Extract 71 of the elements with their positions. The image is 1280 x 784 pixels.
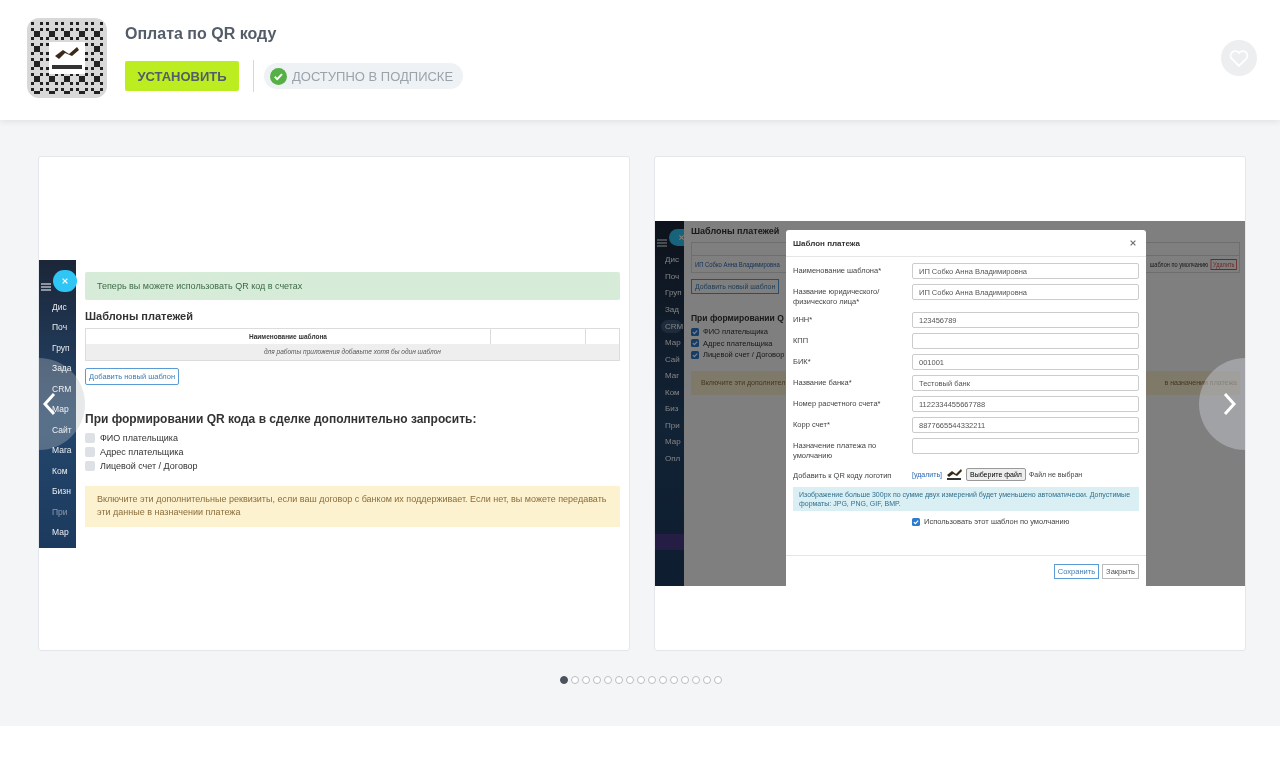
sidebar-item[interactable]: Зада	[52, 358, 72, 379]
pagination-dot[interactable]	[581, 676, 590, 684]
app-logo-icon	[27, 18, 107, 98]
pagination-dot[interactable]	[680, 676, 689, 684]
sidebar-item[interactable]: Поч	[655, 268, 684, 285]
pagination-dot[interactable]	[702, 676, 711, 684]
checkbox[interactable]	[691, 327, 699, 336]
pagination-dot[interactable]	[636, 676, 645, 684]
section-heading: Шаблоны платежей	[85, 309, 194, 323]
section-heading: При формировании QR кода в сделке дополнительно запросить:	[85, 411, 478, 426]
badge-label: ДОСТУПНО В ПОДПИСКЕ	[292, 68, 454, 84]
input-field[interactable]	[912, 333, 1139, 349]
sidebar-item[interactable]: CRM	[52, 378, 72, 399]
pagination-dot[interactable]	[713, 676, 722, 684]
checkbox-label: Лицевой счет / Договор	[100, 460, 198, 471]
pagination-dot[interactable]	[570, 676, 579, 684]
pagination-dot[interactable]	[614, 676, 623, 684]
sidebar-item[interactable]: Сай	[655, 351, 684, 368]
sidebar-item[interactable]: Зад	[655, 301, 684, 318]
sidebar-item[interactable]: Мар	[52, 522, 69, 543]
success-notice: Теперь вы можете использовать QR код в счетах	[85, 271, 620, 300]
checkbox[interactable]	[691, 339, 699, 348]
sidebar-item[interactable]: Поч	[52, 317, 68, 338]
checkbox[interactable]	[85, 446, 95, 457]
sidebar-item[interactable]: Ком	[655, 384, 684, 401]
sidebar-item[interactable]: Бизн	[52, 481, 71, 502]
sidebar-item[interactable]: Маг	[655, 368, 684, 385]
checkbox[interactable]	[912, 517, 920, 526]
close-icon	[1129, 239, 1137, 247]
pagination-dot[interactable]	[658, 676, 667, 684]
sidebar-item[interactable]: Дис	[52, 296, 67, 317]
sidebar-item[interactable]: Мар	[655, 434, 684, 451]
dialog-title: Шаблон платежа	[793, 238, 860, 248]
menu-icon[interactable]	[41, 282, 51, 291]
sidebar-item[interactable]: Дис	[655, 252, 684, 269]
input-field[interactable]	[912, 438, 1139, 454]
app-title: Оплата по QR коду	[125, 25, 278, 43]
checkbox[interactable]	[85, 432, 95, 443]
sidebar-item[interactable]: При	[655, 417, 684, 434]
checkbox[interactable]	[691, 350, 699, 359]
checkbox-label: Адрес плательщика	[100, 446, 184, 457]
sidebar-item[interactable]: Биз	[655, 401, 684, 418]
check-icon	[270, 67, 287, 85]
sidebar-item[interactable]: Сайт	[52, 419, 72, 440]
menu-icon[interactable]	[657, 239, 667, 247]
checkbox[interactable]	[85, 460, 95, 471]
section-heading: Шаблоны платежей	[691, 226, 781, 236]
sidebar-item[interactable]: Ком	[52, 460, 68, 481]
sidebar-item[interactable]: Мар	[52, 399, 69, 420]
warning-notice: Включите эти дополнительные реквизиты, если ваш договор с банком их поддерживает. Если нет, вы можете передавать эти данные в назначении платежа	[85, 485, 620, 528]
sidebar-item[interactable]: Груп	[52, 337, 70, 358]
sidebar-item[interactable]: Мар	[655, 335, 684, 352]
pagination-dot[interactable]	[625, 676, 634, 684]
checkbox-label: ФИО плательщика	[100, 432, 178, 443]
pagination-dot[interactable]	[559, 676, 568, 684]
sidebar-item[interactable]: Мага	[52, 440, 72, 461]
pagination-dot[interactable]	[647, 676, 656, 684]
close-icon	[678, 234, 684, 241]
install-button[interactable]: УСТАНОВИТЬ	[125, 61, 239, 91]
sidebar-item[interactable]: CRM	[661, 320, 682, 333]
pagination-dot[interactable]	[691, 676, 700, 684]
sidebar-item[interactable]: Груп	[655, 285, 684, 302]
close-button[interactable]	[53, 269, 77, 292]
account-bar	[655, 534, 684, 550]
section-heading: При формировании Q	[691, 313, 784, 323]
pagination-dot[interactable]	[669, 676, 678, 684]
sidebar-item[interactable]: Опл	[655, 450, 684, 467]
pagination-dot[interactable]	[592, 676, 601, 684]
close-icon	[61, 276, 69, 285]
chevron-right-icon	[1223, 392, 1237, 416]
pagination-dot[interactable]	[603, 676, 612, 684]
